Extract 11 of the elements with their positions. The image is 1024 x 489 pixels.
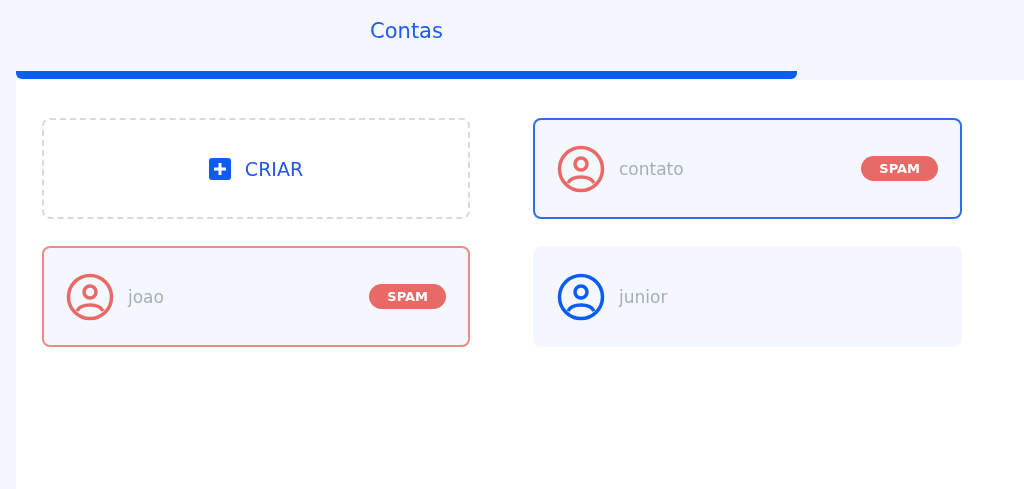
account-card[interactable]: junior <box>533 246 962 347</box>
account-card[interactable]: joao SPAM <box>42 246 470 347</box>
account-card[interactable]: contato SPAM <box>533 118 962 219</box>
plus-icon <box>208 157 231 180</box>
account-name: contato <box>619 158 685 179</box>
create-button[interactable]: CRIAR <box>42 118 470 219</box>
account-name: joao <box>128 286 165 307</box>
spam-badge: SPAM <box>369 284 446 309</box>
tab[interactable]: Contas <box>16 0 797 80</box>
account-name: junior <box>619 286 669 307</box>
spam-badge: SPAM <box>861 156 938 181</box>
